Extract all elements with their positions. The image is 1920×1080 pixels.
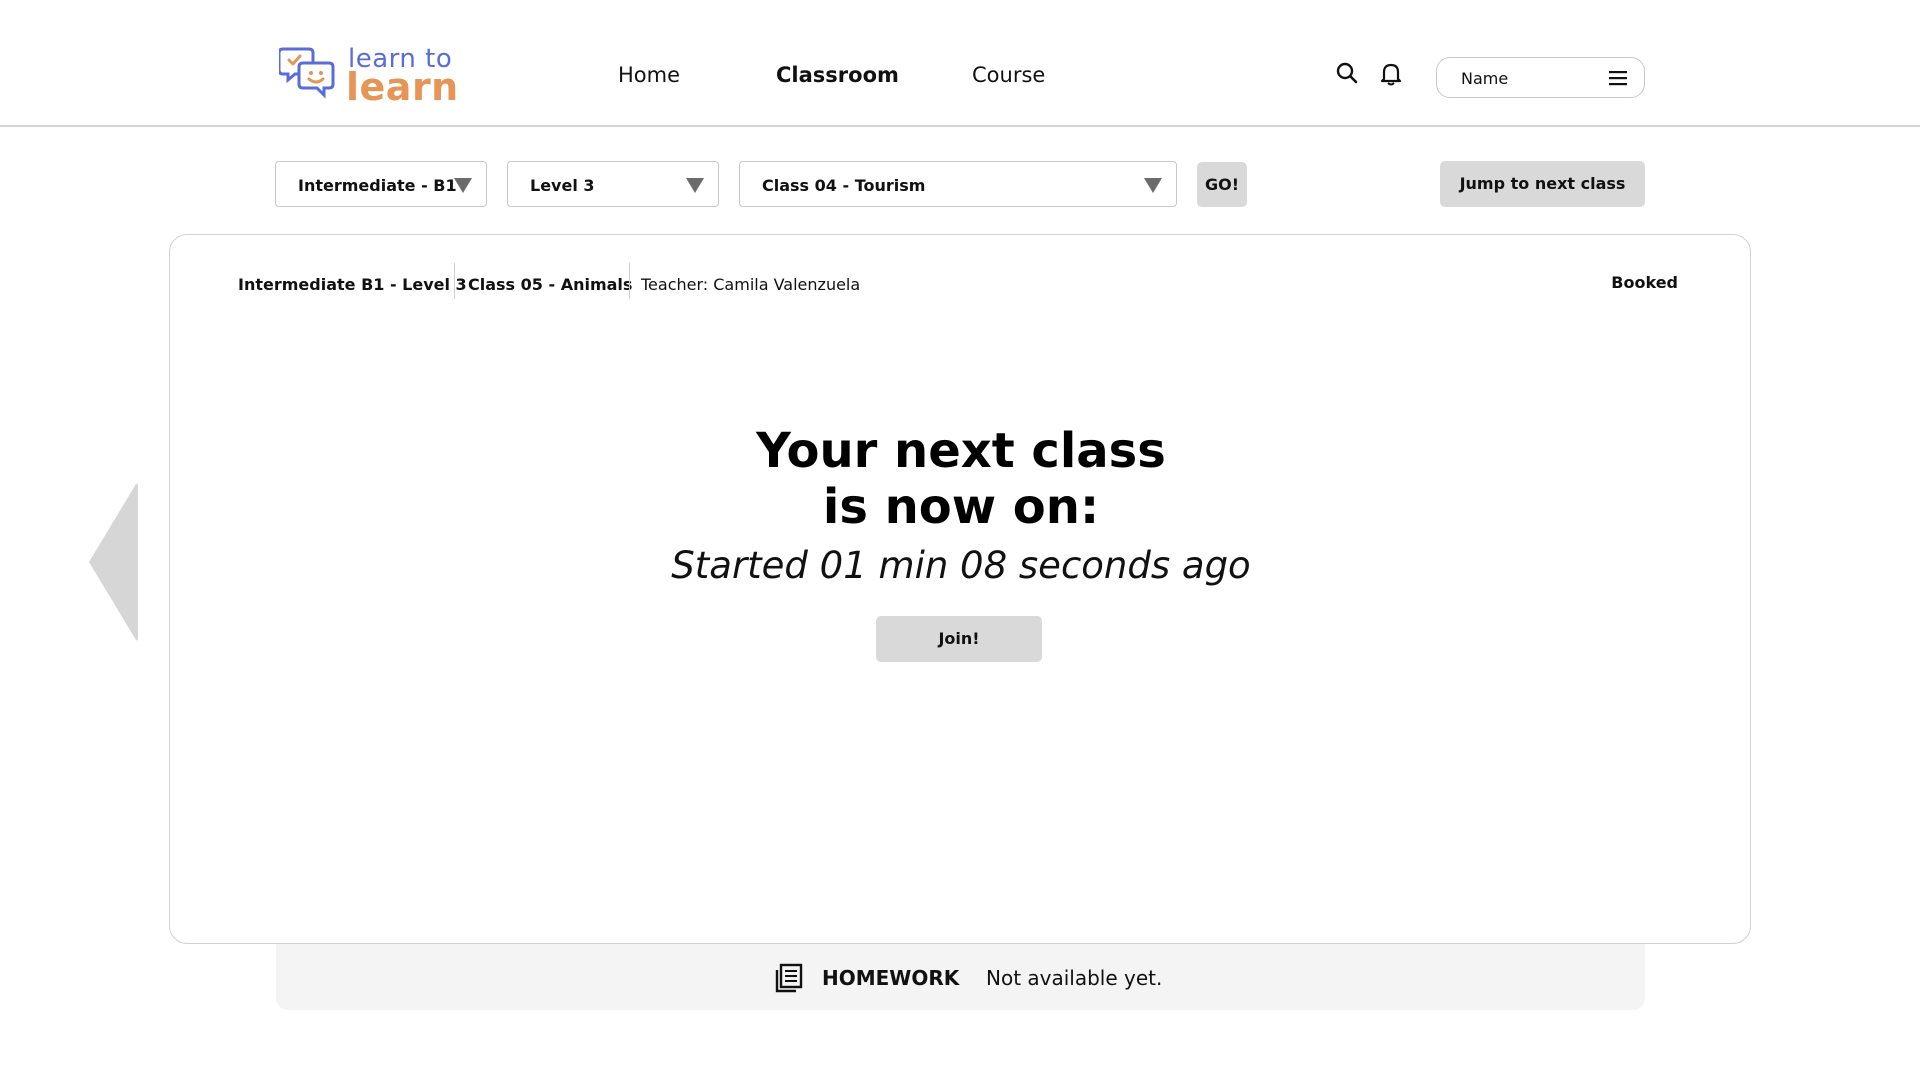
headline-line-2: is now on: (822, 479, 1100, 535)
top-header: learn to learn Home Classroom Course Nam… (0, 0, 1920, 127)
caret-down-icon (454, 178, 472, 193)
previous-class-arrow-icon[interactable] (88, 480, 138, 644)
nav-course[interactable]: Course (972, 63, 1045, 87)
level-select-value: Level 3 (530, 176, 595, 195)
search-icon[interactable] (1336, 62, 1364, 90)
nav-home[interactable]: Home (618, 63, 680, 87)
join-class-button[interactable]: Join! (876, 616, 1042, 662)
caret-down-icon (686, 178, 704, 193)
homework-icon (775, 963, 803, 993)
divider (629, 263, 630, 299)
hamburger-menu-icon (1609, 71, 1627, 86)
brand-logo[interactable]: learn to learn (279, 44, 469, 109)
nav-classroom[interactable]: Classroom (776, 63, 899, 87)
level-select[interactable]: Level 3 (507, 161, 719, 207)
next-class-headline: Your next class is now on: (170, 423, 1752, 535)
class-card: Intermediate B1 - Level 3 Class 05 - Ani… (169, 234, 1751, 944)
course-select-value: Intermediate - B1 (298, 176, 457, 195)
class-teacher: Teacher: Camila Valenzuela (641, 275, 861, 294)
class-started-timer: Started 01 min 08 seconds ago (671, 544, 1251, 587)
class-select-value: Class 04 - Tourism (762, 176, 926, 195)
homework-bar: HOMEWORK Not available yet. (276, 944, 1645, 1010)
user-name: Name (1461, 69, 1509, 88)
homework-status: Not available yet. (986, 966, 1163, 990)
go-button[interactable]: GO! (1197, 162, 1247, 207)
course-select[interactable]: Intermediate - B1 (275, 161, 487, 207)
divider (454, 263, 455, 299)
headline-line-1: Your next class (756, 423, 1166, 479)
class-name: Class 05 - Animals (468, 275, 633, 294)
chat-bubbles-logo-icon (279, 47, 335, 99)
class-select[interactable]: Class 04 - Tourism (739, 161, 1177, 207)
bell-icon[interactable] (1380, 62, 1408, 90)
logo-text-line2: learn (346, 65, 459, 109)
jump-to-next-class-button[interactable]: Jump to next class (1440, 161, 1645, 207)
homework-title: HOMEWORK (822, 966, 960, 990)
caret-down-icon (1144, 178, 1162, 193)
class-course-level: Intermediate B1 - Level 3 (238, 275, 467, 294)
user-menu-button[interactable]: Name (1436, 57, 1645, 98)
booking-status-badge: Booked (1611, 273, 1678, 292)
